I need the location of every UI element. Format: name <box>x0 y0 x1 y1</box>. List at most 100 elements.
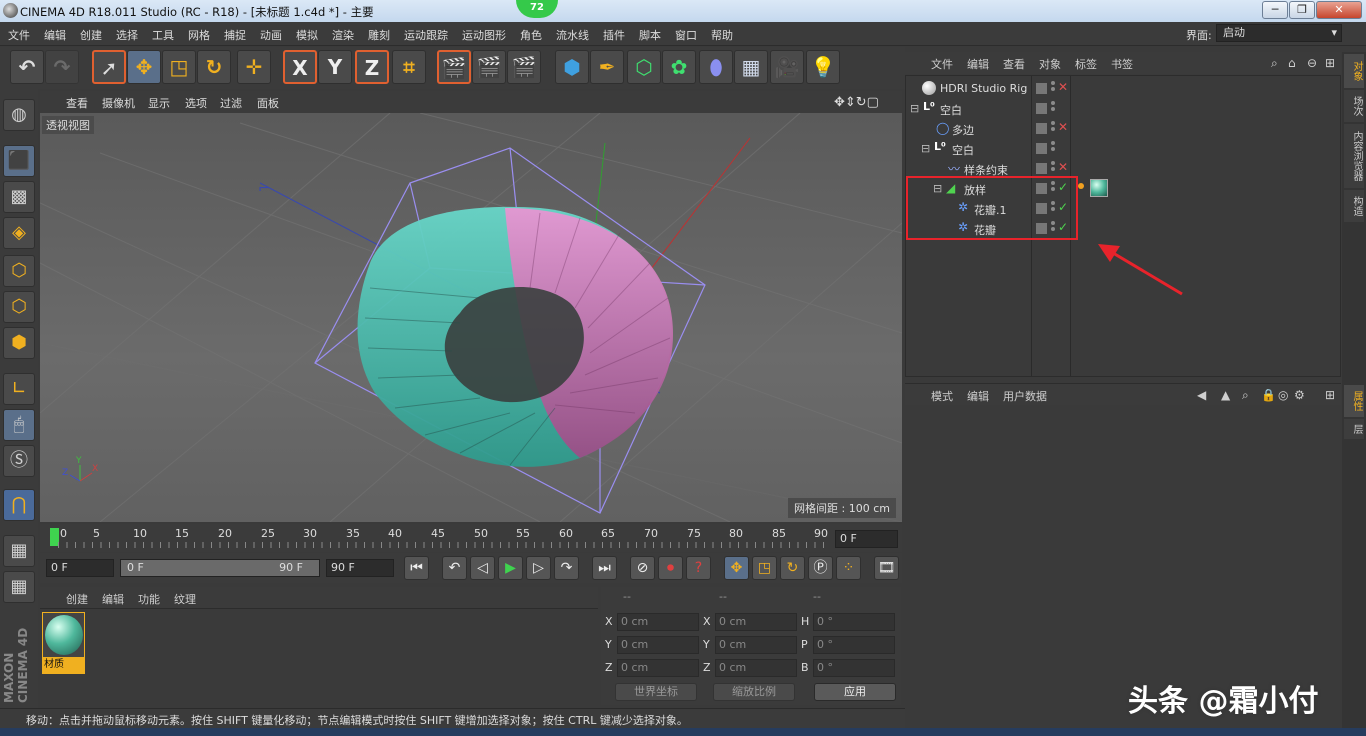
om-menu-bookmarks[interactable]: 书签 <box>1111 56 1133 72</box>
perspective-viewport[interactable]: ⌐ Y X Z 透视视图 网格间距: 100 cm <box>40 113 902 522</box>
render-settings-button[interactable]: 🎬 <box>507 50 541 84</box>
back-arrow-icon[interactable]: ◀ <box>1197 388 1206 402</box>
viewport-menu-view[interactable]: 查看 <box>66 95 88 111</box>
object-row[interactable]: ◯ 多边 ✕ <box>906 118 1340 138</box>
object-row[interactable]: HDRI Studio Rig ✕ <box>906 78 1340 98</box>
collapse-icon[interactable]: ⊟ <box>921 142 930 155</box>
subdivision-button[interactable]: ⬡ <box>627 50 661 84</box>
axis-mode-button[interactable]: ∟ <box>3 373 35 405</box>
make-editable-button[interactable]: ◍ <box>3 99 35 131</box>
enabled-x-icon[interactable]: ✕ <box>1058 80 1068 94</box>
move-tool-button[interactable]: ✥ <box>127 50 161 84</box>
gear-icon[interactable]: ⚙ <box>1294 388 1305 402</box>
go-to-start-button[interactable]: ⏮ <box>404 556 429 580</box>
timeline-ruler[interactable]: 0 5 10 15 20 25 30 35 40 45 50 55 60 65 … <box>40 524 902 552</box>
restore-button[interactable]: ❐ <box>1289 1 1315 19</box>
object-row[interactable]: 〰 样条约束 ✕ <box>906 158 1340 178</box>
lock-icon[interactable]: 🔒 <box>1261 388 1276 402</box>
attr-new-window-icon[interactable]: ⊞ <box>1325 388 1335 402</box>
redo-button[interactable]: ↷ <box>45 50 79 84</box>
attr-menu-edit[interactable]: 编辑 <box>967 388 989 404</box>
prev-frame-button[interactable]: ◁ <box>470 556 495 580</box>
viewport-nav-icons[interactable]: ✥⇕↻▢ <box>834 95 879 110</box>
cube-button[interactable]: ⬢ <box>555 50 589 84</box>
key-scale-button[interactable]: ◳ <box>752 556 777 580</box>
camera-button[interactable]: 🎥 <box>770 50 804 84</box>
enabled-x-icon[interactable]: ✕ <box>1058 160 1068 174</box>
size-y-field[interactable]: 0 cm <box>715 636 797 654</box>
menu-create[interactable]: 创建 <box>80 27 102 43</box>
target-icon[interactable]: ◎ <box>1278 388 1288 402</box>
play-button[interactable]: ▶ <box>498 556 523 580</box>
points-mode-button[interactable]: ⬡ <box>3 255 35 287</box>
tab-structure[interactable]: 构造 <box>1344 190 1364 222</box>
viewport-menu-display[interactable]: 显示 <box>148 95 170 111</box>
attr-menu-user-data[interactable]: 用户数据 <box>1003 388 1047 404</box>
menu-pipeline[interactable]: 流水线 <box>556 27 589 43</box>
menu-snap[interactable]: 捕捉 <box>224 27 246 43</box>
layout-select[interactable]: 启动 ▾ <box>1216 24 1342 42</box>
size-x-field[interactable]: 0 cm <box>715 613 797 631</box>
coord-system-button[interactable]: ⌗ <box>392 50 426 84</box>
viewport-menu-options[interactable]: 选项 <box>185 95 207 111</box>
menu-help[interactable]: 帮助 <box>711 27 733 43</box>
position-z-field[interactable]: 0 cm <box>617 659 699 677</box>
notification-badge[interactable]: 72 <box>516 0 558 18</box>
next-key-button[interactable]: ↷ <box>554 556 579 580</box>
om-menu-edit[interactable]: 编辑 <box>967 56 989 72</box>
tweak-mode-button[interactable]: 🖱 <box>3 409 35 441</box>
up-arrow-icon[interactable]: ▲ <box>1221 388 1230 402</box>
viewport-menu-filter[interactable]: 过滤 <box>220 95 242 111</box>
next-frame-button[interactable]: ▷ <box>526 556 551 580</box>
collapse-icon[interactable]: ⊟ <box>910 102 919 115</box>
menu-tools[interactable]: 工具 <box>152 27 174 43</box>
rotation-h-field[interactable]: 0 ° <box>813 613 895 631</box>
tab-takes[interactable]: 场次 <box>1344 90 1364 122</box>
tab-attributes[interactable]: 属性 <box>1344 385 1364 417</box>
menu-render[interactable]: 渲染 <box>332 27 354 43</box>
current-frame-field[interactable]: 0 F <box>835 530 898 548</box>
object-row[interactable]: ⊟ L⁰ 空白 <box>906 138 1340 158</box>
render-picture-viewer-button[interactable]: 🎬 <box>472 50 506 84</box>
cloner-button[interactable]: ✿ <box>662 50 696 84</box>
om-menu-view[interactable]: 查看 <box>1003 56 1025 72</box>
floor-button[interactable]: ▦ <box>734 50 768 84</box>
menu-edit[interactable]: 编辑 <box>44 27 66 43</box>
material-menu-function[interactable]: 功能 <box>138 591 160 607</box>
menu-sculpt[interactable]: 雕刻 <box>368 27 390 43</box>
deformer-button[interactable]: ⬮ <box>699 50 733 84</box>
om-new-window-icon[interactable]: ⊞ <box>1325 56 1335 70</box>
visibility-dots[interactable] <box>1051 141 1056 155</box>
visibility-dots[interactable] <box>1051 161 1056 175</box>
menu-select[interactable]: 选择 <box>116 27 138 43</box>
key-pla-button[interactable]: ⁘ <box>836 556 861 580</box>
edges-mode-button[interactable]: ⬡ <box>3 291 35 323</box>
render-view-button[interactable]: 🎬 <box>437 50 471 84</box>
x-axis-button[interactable]: X <box>283 50 317 84</box>
z-axis-button[interactable]: Z <box>355 50 389 84</box>
size-z-field[interactable]: 0 cm <box>715 659 797 677</box>
workplane-mode-button[interactable]: ◈ <box>3 217 35 249</box>
visibility-dots[interactable] <box>1051 121 1056 135</box>
material-menu-create[interactable]: 创建 <box>66 591 88 607</box>
tab-layers[interactable]: 层 <box>1344 419 1364 439</box>
minimize-button[interactable]: ─ <box>1262 1 1288 19</box>
attr-menu-mode[interactable]: 模式 <box>931 388 953 404</box>
timeline-button[interactable]: 🎞 <box>874 556 899 580</box>
viewport-menu-camera[interactable]: 摄像机 <box>102 95 135 111</box>
model-mode-button[interactable]: ⬛ <box>3 145 35 177</box>
polygons-mode-button[interactable]: ⬢ <box>3 327 35 359</box>
keyframe-selection-button[interactable]: ? <box>686 556 711 580</box>
om-search-icon[interactable]: ⌕ <box>1271 56 1278 71</box>
om-nav-icon[interactable]: ⊖ <box>1307 56 1317 70</box>
menu-window[interactable]: 窗口 <box>675 27 697 43</box>
attr-search-icon[interactable]: ⌕ <box>1242 388 1249 403</box>
scale-tool-button[interactable]: ◳ <box>162 50 196 84</box>
menu-animate[interactable]: 动画 <box>260 27 282 43</box>
rotation-p-field[interactable]: 0 ° <box>813 636 895 654</box>
world-coords-dropdown[interactable]: 世界坐标 <box>615 683 697 701</box>
y-axis-button[interactable]: Y <box>318 50 352 84</box>
auto-key-button[interactable]: ⏺ <box>658 556 683 580</box>
tab-content-browser[interactable]: 内容浏览器 <box>1344 124 1364 188</box>
object-row[interactable]: ⊟ L⁰ 空白 <box>906 98 1340 118</box>
